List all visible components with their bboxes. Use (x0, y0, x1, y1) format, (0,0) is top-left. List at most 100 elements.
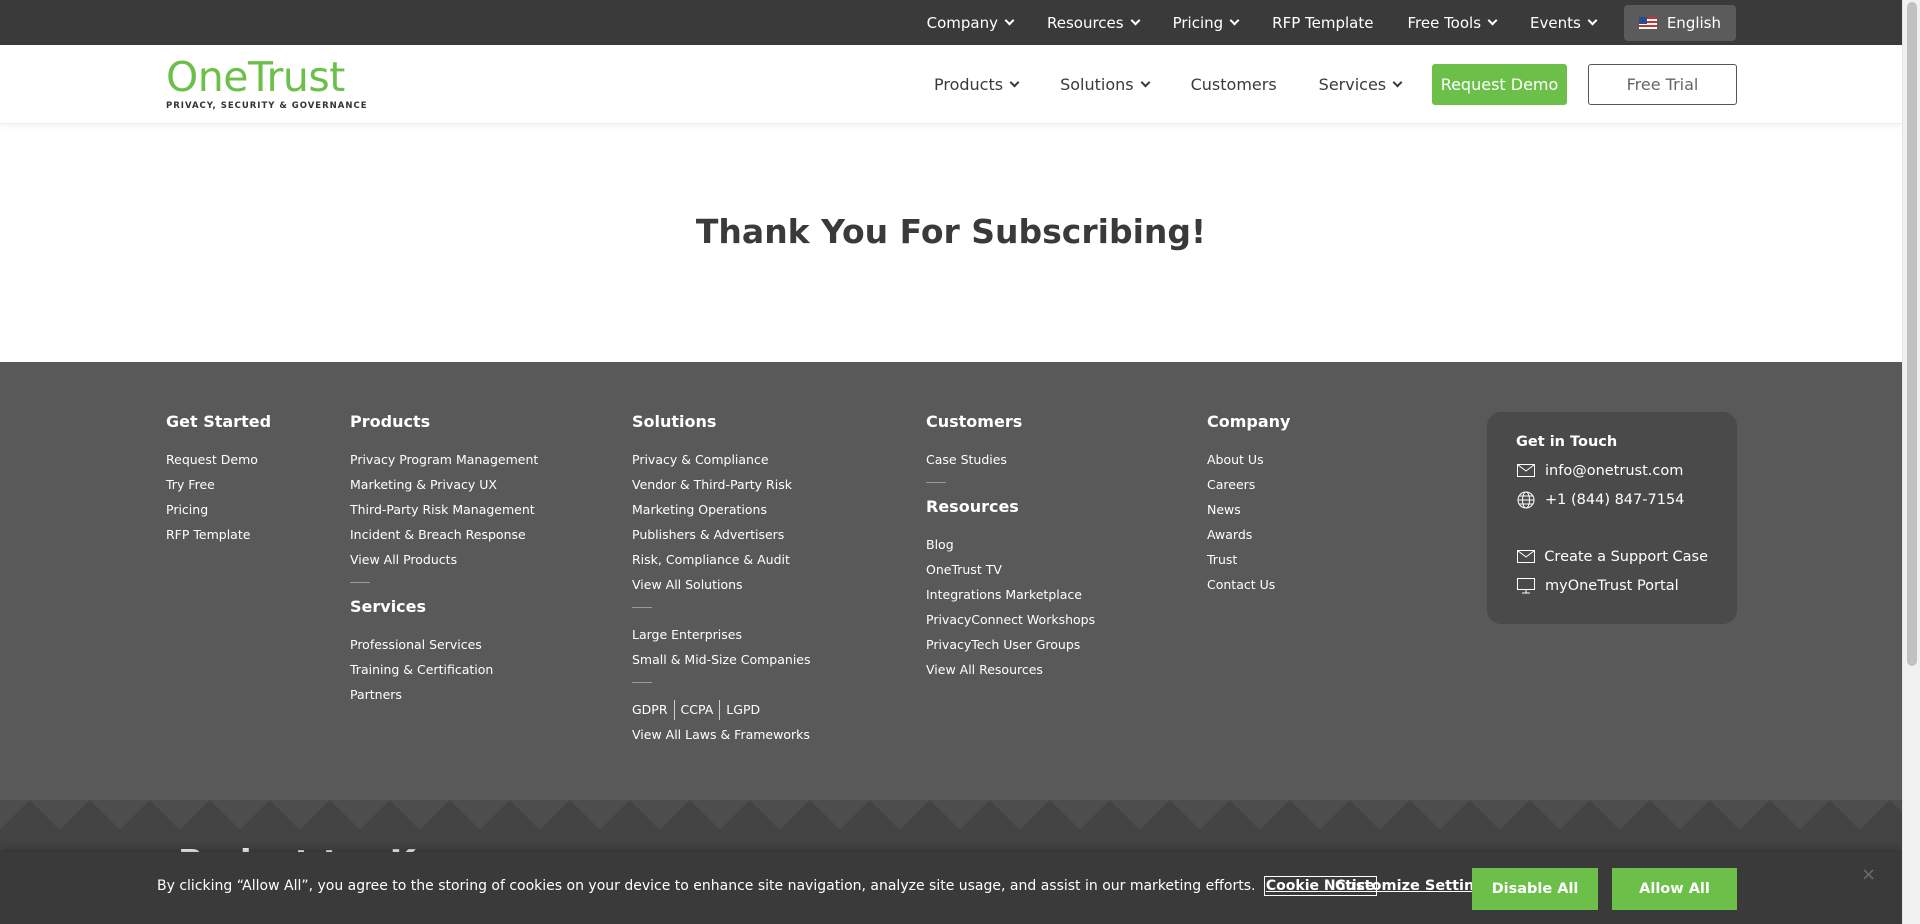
cookie-banner: By clicking “Allow All”, you agree to th… (0, 852, 1902, 924)
topnav-company-label: Company (926, 13, 998, 32)
footer-link-large-enterprises[interactable]: Large Enterprises (632, 622, 811, 647)
footer-heading-company: Company (1207, 412, 1291, 431)
footer-link-marketing-privacy-ux[interactable]: Marketing & Privacy UX (350, 472, 538, 497)
topnav-resources-label: Resources (1046, 13, 1124, 32)
footer-divider (632, 682, 652, 683)
contact-email-text: info@onetrust.com (1545, 462, 1684, 479)
get-in-touch-heading: Get in Touch (1516, 434, 1618, 450)
logo-wordmark: OneTrust (166, 53, 345, 101)
topnav-company[interactable]: Company (926, 13, 1015, 32)
footer-heading-solutions: Solutions (632, 412, 717, 431)
chevron-down-icon (1140, 77, 1151, 88)
onetrust-logo[interactable]: OneTrust PRIVACY, SECURITY & GOVERNANCE (166, 55, 368, 111)
footer-link-blog[interactable]: Blog (926, 532, 1095, 557)
footer-link-pricing[interactable]: Pricing (166, 497, 271, 522)
footer-link-training[interactable]: Training & Certification (350, 657, 538, 682)
footer-link-awards[interactable]: Awards (1207, 522, 1290, 547)
topnav-rfp-template-label: RFP Template (1272, 13, 1374, 32)
footer-link-risk-compliance[interactable]: Risk, Compliance & Audit (632, 547, 811, 572)
footer-link-onetrust-tv[interactable]: OneTrust TV (926, 557, 1095, 582)
nav-services[interactable]: Services (1319, 75, 1403, 94)
contact-portal[interactable]: myOneTrust Portal (1516, 571, 1708, 600)
free-trial-button[interactable]: Free Trial (1588, 64, 1737, 105)
footer-link-news[interactable]: News (1207, 497, 1290, 522)
nav-products[interactable]: Products (934, 75, 1020, 94)
nav-solutions[interactable]: Solutions (1060, 75, 1151, 94)
footer-heading-services: Services (350, 597, 427, 616)
footer-link-privacy-compliance[interactable]: Privacy & Compliance (632, 447, 811, 472)
top-utility-bar: Company Resources Pricing RFP Template F… (0, 0, 1902, 45)
contact-support-case[interactable]: Create a Support Case (1516, 542, 1708, 571)
footer-link-smb[interactable]: Small & Mid-Size Companies (632, 647, 811, 672)
language-label: English (1666, 13, 1721, 32)
request-demo-button[interactable]: Request Demo (1432, 64, 1567, 105)
footer-link-view-all-solutions[interactable]: View All Solutions (632, 572, 811, 597)
topnav-resources[interactable]: Resources (1046, 13, 1141, 32)
topnav-free-tools[interactable]: Free Tools (1407, 13, 1498, 32)
chevron-down-icon (1009, 77, 1020, 88)
footer-link-professional-services[interactable]: Professional Services (350, 632, 538, 657)
footer-heading-customers: Customers (926, 412, 1023, 431)
globe-icon (1516, 491, 1536, 509)
nav-customers[interactable]: Customers (1191, 75, 1277, 94)
logo-tagline: PRIVACY, SECURITY & GOVERNANCE (166, 101, 368, 111)
footer-col-get-started: Get Started Request Demo Try Free Pricin… (166, 412, 271, 547)
topnav-events-label: Events (1530, 13, 1581, 32)
top-utility-nav: Company Resources Pricing RFP Template F… (927, 0, 1736, 45)
chevron-down-icon (1229, 15, 1240, 26)
footer-link-integrations[interactable]: Integrations Marketplace (926, 582, 1095, 607)
mail-icon (1516, 464, 1536, 477)
footer-link-contact-us[interactable]: Contact Us (1207, 572, 1290, 597)
footer-link-careers[interactable]: Careers (1207, 472, 1290, 497)
footer-link-view-all-products[interactable]: View All Products (350, 547, 538, 572)
topnav-events[interactable]: Events (1530, 13, 1598, 32)
footer-link-third-party-risk[interactable]: Third-Party Risk Management (350, 497, 538, 522)
footer-link-lgpd[interactable]: LGPD (726, 697, 760, 722)
footer-heading-get-started: Get Started (166, 412, 272, 431)
footer-link-about-us[interactable]: About Us (1207, 447, 1290, 472)
close-icon[interactable]: × (1861, 864, 1876, 885)
chevron-down-icon (1392, 77, 1403, 88)
disable-all-button[interactable]: Disable All (1472, 868, 1598, 910)
contact-phone[interactable]: +1 (844) 847-7154 (1516, 485, 1708, 514)
cookie-message: By clicking “Allow All”, you agree to th… (157, 878, 1256, 894)
footer-divider (632, 607, 652, 608)
footer-link-marketing-ops[interactable]: Marketing Operations (632, 497, 811, 522)
topnav-rfp-template[interactable]: RFP Template (1272, 14, 1373, 32)
chevron-down-icon (1587, 15, 1598, 26)
footer-link-ccpa[interactable]: CCPA (681, 697, 714, 722)
contact-email[interactable]: info@onetrust.com (1516, 456, 1708, 485)
footer-link-view-all-laws[interactable]: View All Laws & Frameworks (632, 722, 811, 747)
footer-link-gdpr[interactable]: GDPR (632, 697, 668, 722)
footer-link-privacytech[interactable]: PrivacyTech User Groups (926, 632, 1095, 657)
footer-link-partners[interactable]: Partners (350, 682, 538, 707)
footer-divider (350, 582, 370, 583)
language-selector[interactable]: English (1623, 4, 1736, 41)
chevron-down-icon (1004, 15, 1015, 26)
nav-customers-label: Customers (1190, 75, 1277, 94)
footer-link-rfp-template[interactable]: RFP Template (166, 522, 271, 547)
footer-laws-row: GDPR CCPA LGPD (632, 697, 811, 722)
scrollbar-thumb[interactable] (1907, 2, 1917, 666)
allow-all-button[interactable]: Allow All (1612, 868, 1737, 910)
footer-link-request-demo[interactable]: Request Demo (166, 447, 271, 472)
footer-col-solutions: Solutions Privacy & Compliance Vendor & … (632, 412, 811, 747)
footer-link-trust[interactable]: Trust (1207, 547, 1290, 572)
footer-link-try-free[interactable]: Try Free (166, 472, 271, 497)
page-scrollbar[interactable] (1902, 0, 1920, 924)
contact-support-text: Create a Support Case (1544, 548, 1708, 565)
footer-link-privacyconnect[interactable]: PrivacyConnect Workshops (926, 607, 1095, 632)
footer-link-case-studies[interactable]: Case Studies (926, 447, 1095, 472)
footer-link-view-all-resources[interactable]: View All Resources (926, 657, 1095, 682)
customize-settings-link[interactable]: Customize Settings (1335, 878, 1493, 894)
topnav-pricing[interactable]: Pricing (1173, 14, 1240, 32)
footer-link-publishers[interactable]: Publishers & Advertisers (632, 522, 811, 547)
footer-heading-products: Products (350, 412, 431, 431)
us-flag-icon (1638, 16, 1657, 29)
footer-link-vendor-risk[interactable]: Vendor & Third-Party Risk (632, 472, 811, 497)
footer-link-incident-breach[interactable]: Incident & Breach Response (350, 522, 538, 547)
topnav-free-tools-label: Free Tools (1407, 13, 1482, 32)
footer-link-privacy-program[interactable]: Privacy Program Management (350, 447, 538, 472)
page-title: Thank You For Subscribing! (695, 212, 1207, 251)
cookie-banner-text: By clicking “Allow All”, you agree to th… (157, 876, 1377, 896)
